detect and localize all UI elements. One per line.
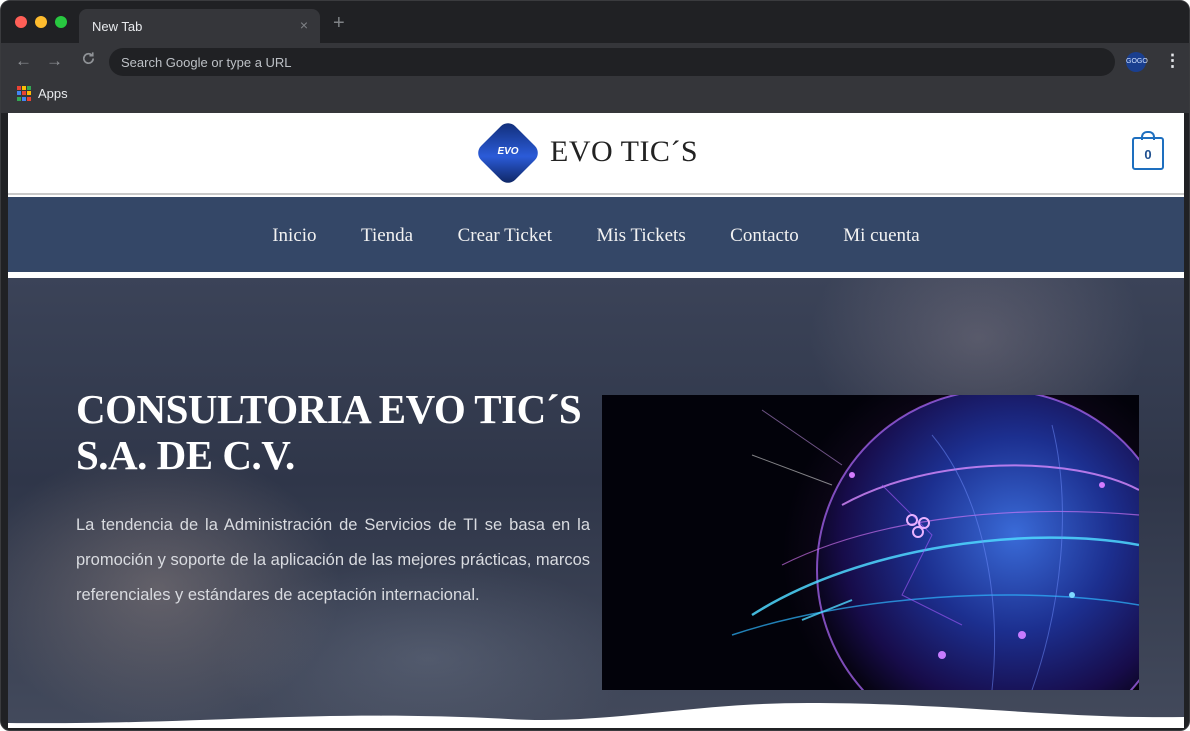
globe-illustration — [602, 395, 1139, 690]
tab-strip: New Tab × + — [1, 1, 1189, 43]
apps-grid-icon[interactable] — [17, 86, 32, 101]
arrow-left-icon[interactable]: ← — [15, 51, 32, 71]
page-viewport: EVO EVO TIC´S 0 Inicio Tienda Crear Tick… — [8, 113, 1184, 728]
apps-bookmark[interactable]: Apps — [38, 86, 68, 101]
new-tab-button[interactable]: + — [333, 13, 345, 33]
close-window-button[interactable] — [15, 16, 27, 28]
site-logo-text[interactable]: EVO TIC´S — [550, 135, 698, 169]
nav-item-tienda[interactable]: Tienda — [361, 225, 413, 247]
maximize-window-button[interactable] — [55, 16, 67, 28]
address-bar-placeholder: Search Google or type a URL — [121, 55, 292, 70]
cart-count: 0 — [1144, 147, 1152, 162]
reload-icon[interactable] — [81, 51, 96, 72]
hero-title-line-2: S.A. DE C.V. — [76, 432, 295, 478]
nav-item-inicio[interactable]: Inicio — [272, 225, 316, 247]
nav-item-mis-tickets[interactable]: Mis Tickets — [596, 225, 685, 247]
hero-description: La tendencia de la Administración de Ser… — [76, 516, 590, 604]
hero-wave-divider — [8, 703, 1184, 728]
hero-section: CONSULTORIA EVO TIC´S S.A. DE C.V. La te… — [8, 278, 1184, 728]
hero-title-line-1: CONSULTORIA EVO TIC´S — [76, 386, 582, 432]
nav-item-mi-cuenta[interactable]: Mi cuenta — [843, 225, 920, 247]
logo-mark-text: EVO — [497, 146, 519, 157]
browser-toolbar: ← → Search Google or type a URL GOGO ⋮ — [1, 43, 1189, 81]
profile-avatar[interactable]: GOGO — [1126, 52, 1148, 72]
site-header: EVO EVO TIC´S 0 — [8, 113, 1184, 195]
nav-links: Inicio Tienda Crear Ticket Mis Tickets C… — [8, 225, 1184, 247]
tab-title: New Tab — [92, 19, 143, 34]
digital-globe-image — [602, 395, 1139, 690]
kebab-menu-icon[interactable]: ⋮ — [1164, 51, 1181, 71]
browser-window: New Tab × + ← → Search Google or type a … — [0, 0, 1190, 731]
tab-close-icon[interactable]: × — [300, 17, 308, 33]
tab-new-tab[interactable]: New Tab × — [79, 9, 320, 43]
minimize-window-button[interactable] — [35, 16, 47, 28]
nav-item-crear-ticket[interactable]: Crear Ticket — [458, 225, 552, 247]
nav-item-contacto[interactable]: Contacto — [730, 225, 799, 247]
address-bar[interactable]: Search Google or type a URL — [109, 48, 1115, 76]
arrow-right-icon[interactable]: → — [46, 51, 63, 71]
hero-title: CONSULTORIA EVO TIC´S S.A. DE C.V. — [76, 386, 596, 478]
main-navigation: Inicio Tienda Crear Ticket Mis Tickets C… — [8, 197, 1184, 275]
bookmarks-bar: Apps — [1, 81, 1189, 113]
reload-icon-svg — [83, 52, 95, 64]
